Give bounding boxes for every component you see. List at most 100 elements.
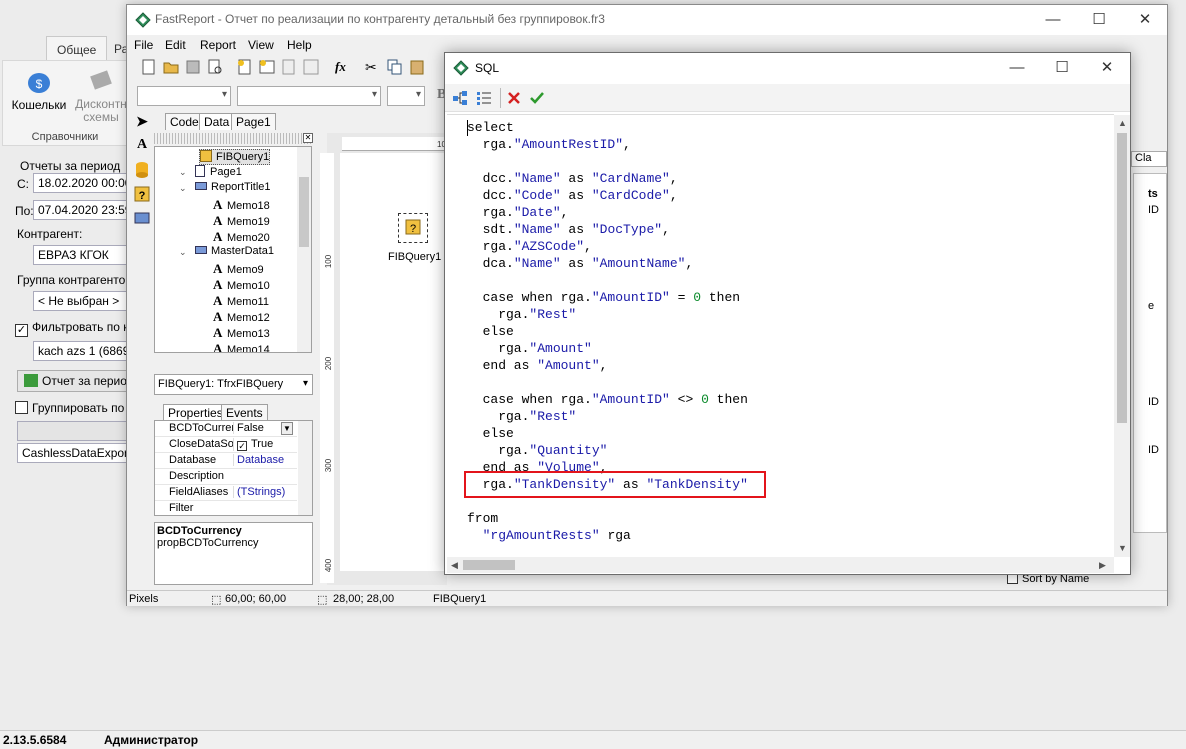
new-page-icon[interactable]: [237, 59, 253, 75]
cut-icon[interactable]: ✂: [365, 59, 381, 75]
group-by-checkbox-row[interactable]: Группировать по к: [15, 401, 133, 415]
tab-code[interactable]: Code: [165, 113, 204, 130]
tree-scrollbar[interactable]: [297, 147, 311, 352]
property-scrollbar[interactable]: [298, 421, 312, 515]
menu-edit[interactable]: Edit: [165, 38, 186, 52]
property-value[interactable]: Database: [233, 454, 297, 466]
sql-minimize-button[interactable]: —: [994, 53, 1040, 83]
tab-page1[interactable]: Page1: [231, 113, 276, 130]
chevron-down-icon[interactable]: ▾: [303, 378, 308, 389]
sql-close-button[interactable]: ✕: [1084, 53, 1130, 83]
property-row[interactable]: FieldAliases (TStrings): [155, 485, 297, 501]
copy-icon[interactable]: [387, 59, 403, 75]
tree-item[interactable]: A Memo13: [213, 325, 270, 341]
menu-view[interactable]: View: [248, 38, 274, 52]
counterparty-group-select[interactable]: < Не выбран >: [33, 291, 128, 311]
group-by-checkbox[interactable]: [15, 401, 28, 414]
menu-report[interactable]: Report: [200, 38, 236, 52]
property-row[interactable]: Description: [155, 469, 297, 485]
tree-item[interactable]: ⌄ MasterData1: [179, 245, 274, 261]
sql-vertical-scrollbar[interactable]: ▲ ▼: [1114, 115, 1130, 557]
query-tool-icon[interactable]: ?: [133, 185, 151, 203]
params-list-icon[interactable]: [476, 90, 492, 106]
save-icon[interactable]: [185, 59, 201, 75]
tree-item[interactable]: A Memo12: [213, 309, 270, 325]
query-builder-icon[interactable]: [452, 90, 468, 106]
delete-page-icon[interactable]: [281, 59, 297, 75]
filter-checkbox[interactable]: ✓: [15, 324, 28, 337]
database-tool-icon[interactable]: [133, 161, 151, 179]
menu-help[interactable]: Help: [287, 38, 312, 52]
sql-vertical-scroll-thumb[interactable]: [1117, 133, 1127, 423]
close-button[interactable]: ✕: [1122, 5, 1168, 35]
tree-item[interactable]: ⌄ ReportTitle1: [179, 181, 271, 197]
minimize-button[interactable]: —: [1030, 5, 1076, 35]
query-object[interactable]: ?: [398, 213, 428, 243]
new-dialog-icon[interactable]: [259, 59, 275, 75]
scroll-left-icon[interactable]: ◀: [451, 560, 458, 571]
discount-schemes-button[interactable]: Дисконтн схемы: [73, 67, 129, 127]
new-icon[interactable]: [141, 59, 157, 75]
filter-checkbox-row[interactable]: ✓ Фильтровать по к: [15, 320, 128, 337]
export-file-field[interactable]: CashlessDataExport_2: [17, 443, 128, 463]
to-date-field[interactable]: 07.04.2020 23:59: [33, 200, 128, 220]
paste-icon[interactable]: [409, 59, 425, 75]
sql-maximize-button[interactable]: ☐: [1039, 53, 1085, 83]
function-icon[interactable]: fx: [335, 59, 351, 75]
style-combo[interactable]: [137, 86, 231, 106]
property-row[interactable]: Database Database: [155, 453, 297, 469]
chevron-down-icon[interactable]: ⌄: [179, 183, 187, 194]
tree-panel-grip[interactable]: [154, 133, 312, 144]
property-value[interactable]: (TStrings): [233, 486, 297, 498]
tree-scroll-thumb[interactable]: [299, 177, 309, 247]
close-datasource-checkbox[interactable]: ✓: [237, 441, 247, 451]
tab-events[interactable]: Events: [221, 404, 268, 421]
text-tool-icon[interactable]: A: [133, 137, 151, 155]
tab-general[interactable]: Общее: [46, 36, 108, 60]
sql-horizontal-scrollbar[interactable]: ◀ ▶: [447, 557, 1114, 573]
select-tool-icon[interactable]: ➤: [133, 113, 151, 131]
wallets-button[interactable]: $ Кошельки: [11, 67, 67, 117]
tree-item[interactable]: A Memo19: [213, 213, 270, 229]
tree-item[interactable]: A Memo9: [213, 261, 264, 277]
scroll-up-icon[interactable]: ▲: [1118, 118, 1127, 128]
property-row[interactable]: Filter: [155, 501, 297, 515]
tree-item[interactable]: A Memo11: [213, 293, 269, 309]
tab-data[interactable]: Data: [199, 113, 235, 130]
horizontal-ruler: 10: [342, 137, 452, 151]
tab-properties[interactable]: Properties: [163, 404, 228, 421]
ok-checkmark-icon[interactable]: [529, 90, 545, 106]
property-value[interactable]: ✓ True: [233, 438, 297, 451]
tree-item[interactable]: A Memo10: [213, 277, 270, 293]
font-name-combo[interactable]: [237, 86, 381, 106]
property-dropdown-icon[interactable]: ▼: [281, 422, 293, 435]
card-field[interactable]: kach azs 1 (68693: [33, 341, 128, 361]
chevron-down-icon[interactable]: ⌄: [179, 167, 187, 178]
chevron-down-icon[interactable]: ⌄: [179, 247, 187, 258]
preview-icon[interactable]: [207, 59, 223, 75]
cancel-icon[interactable]: [506, 90, 522, 106]
counterparty-field[interactable]: ЕВРАЗ КГОК: [33, 245, 128, 265]
tree-item[interactable]: A Memo20: [213, 229, 270, 245]
open-icon[interactable]: [163, 59, 179, 75]
scroll-right-icon[interactable]: ▶: [1099, 560, 1106, 571]
table-tool-icon[interactable]: [133, 209, 151, 227]
page-settings-icon[interactable]: [303, 59, 319, 75]
tree-item[interactable]: FIBQuery1: [199, 149, 271, 165]
classes-tab[interactable]: Cla: [1131, 151, 1167, 167]
font-size-combo[interactable]: [387, 86, 425, 106]
sql-text-editor[interactable]: select rga."AmountRestID", dcc."Name" as…: [447, 114, 1114, 556]
tree-item[interactable]: A Memo18: [213, 197, 270, 213]
maximize-button[interactable]: ☐: [1076, 5, 1122, 35]
property-row[interactable]: BCDToCurrency False: [155, 421, 297, 437]
sql-horizontal-scroll-thumb[interactable]: [463, 560, 515, 570]
menu-file[interactable]: File: [134, 38, 153, 52]
report-for-period-button[interactable]: Отчет за перио: [17, 370, 128, 392]
property-row[interactable]: CloseDataSource ✓ True: [155, 437, 297, 453]
object-selector[interactable]: FIBQuery1: TfrxFIBQuery: [154, 374, 313, 395]
scroll-down-icon[interactable]: ▼: [1118, 543, 1127, 553]
tree-panel-close-icon[interactable]: ✕: [303, 133, 313, 143]
from-date-field[interactable]: 18.02.2020 00:00: [33, 173, 128, 193]
tree-item[interactable]: ⌄ Page1: [179, 165, 242, 181]
tree-item[interactable]: A Memo14: [213, 341, 270, 352]
